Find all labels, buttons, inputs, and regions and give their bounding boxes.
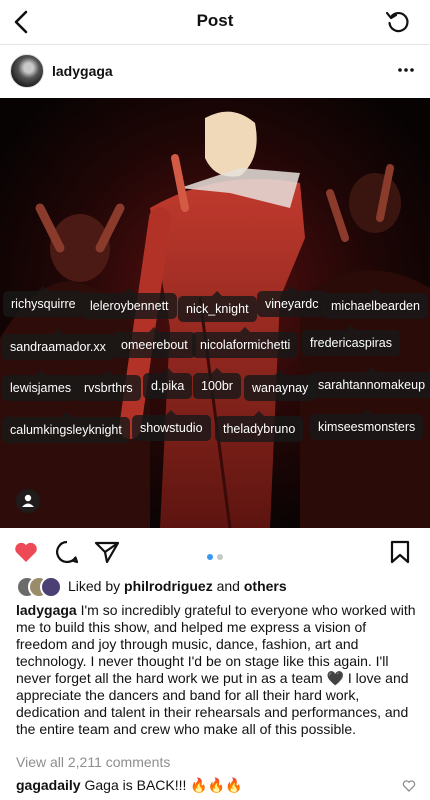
liker-avatar <box>40 576 62 598</box>
carousel-dot-active <box>207 554 213 560</box>
share-icon[interactable] <box>93 538 121 566</box>
comment: gagadaily Gaga is BACK!!! 🔥🔥🔥 <box>16 777 243 794</box>
comment-username[interactable]: gagadaily <box>16 777 81 793</box>
user-tag[interactable]: calumkingsleyknight <box>2 412 130 443</box>
likes-and: and <box>216 578 240 594</box>
likes-text: Liked by philrodriguez and others <box>68 578 287 594</box>
user-tag[interactable]: michaelbearden <box>323 288 428 319</box>
user-tag[interactable]: 100br <box>193 368 241 399</box>
post-username[interactable]: ladygaga <box>52 63 113 79</box>
user-tag[interactable]: nick_knight <box>178 291 257 322</box>
likes-prefix: Liked by <box>68 578 121 594</box>
user-tag[interactable]: vineyardc <box>257 286 327 317</box>
heart-icon[interactable] <box>12 538 40 566</box>
carousel-indicator <box>205 547 225 565</box>
user-tag[interactable]: sandraamador.xx <box>2 329 114 360</box>
top-bar: Post <box>0 0 430 44</box>
refresh-icon[interactable] <box>384 8 412 36</box>
carousel-dot <box>217 554 223 560</box>
user-tag[interactable]: sarahtannomakeup <box>310 367 430 398</box>
caption: ladygaga I'm so incredibly grateful to e… <box>16 602 416 738</box>
user-tag[interactable]: fredericaspiras <box>302 325 400 356</box>
person-tag-icon <box>22 494 34 507</box>
comment-text: Gaga is BACK!!! 🔥🔥🔥 <box>84 777 243 793</box>
more-options-icon[interactable] <box>396 60 416 80</box>
header-divider <box>0 44 430 45</box>
user-tag[interactable]: lewisjames <box>2 370 80 401</box>
user-tag[interactable]: showstudio <box>132 410 211 441</box>
user-tag[interactable]: wanaynay <box>244 370 317 401</box>
post-image[interactable]: richysquirre leleroybennett nick_knight … <box>0 98 430 528</box>
user-tag[interactable]: nicolaformichetti <box>192 327 299 358</box>
user-tag[interactable]: rvsbrthrs <box>76 370 141 401</box>
user-tag[interactable]: richysquirre <box>3 286 84 317</box>
action-bar <box>0 532 430 572</box>
likes-others[interactable]: others <box>244 578 287 594</box>
user-tag[interactable]: omeerebout <box>113 327 196 358</box>
post-header: ladygaga <box>0 46 430 98</box>
liker-username[interactable]: philrodriguez <box>124 578 213 594</box>
user-tag[interactable]: kimseesmonsters <box>310 409 424 440</box>
user-tag[interactable]: leleroybennett <box>82 288 177 319</box>
comment-icon[interactable] <box>53 538 81 566</box>
user-tag[interactable]: d.pika <box>143 368 193 399</box>
caption-text: I'm so incredibly grateful to everyone w… <box>16 602 416 737</box>
likes-row[interactable]: Liked by philrodriguez and others <box>16 576 416 598</box>
page-title: Post <box>196 11 234 30</box>
caption-username[interactable]: ladygaga <box>16 602 77 618</box>
bookmark-icon[interactable] <box>386 538 414 566</box>
heart-outline-icon[interactable] <box>402 779 416 793</box>
user-tag[interactable]: theladybruno <box>215 411 304 442</box>
view-comments-link[interactable]: View all 2,211 comments <box>16 754 170 770</box>
person-tag-button[interactable] <box>16 489 40 513</box>
avatar[interactable] <box>10 54 44 88</box>
